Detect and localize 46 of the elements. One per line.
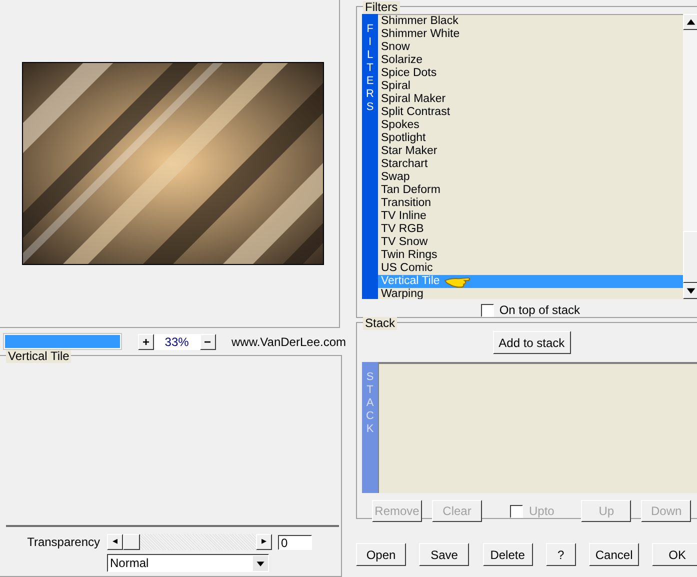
website-text: www.VanDerLee.com <box>232 334 346 348</box>
transparency-field[interactable]: 0 <box>278 534 312 550</box>
scroll-left-button[interactable]: ◂ <box>107 534 123 550</box>
filter-item[interactable]: Shimmer Black <box>378 15 684 28</box>
stack-side-label: STACK <box>366 371 374 436</box>
dialog-button[interactable]: ? <box>546 543 576 566</box>
filter-item[interactable]: Swap <box>378 171 684 184</box>
group-title: Filters <box>363 1 400 14</box>
transparency-slider[interactable]: ◂ ▸ <box>107 534 272 550</box>
zoom-out-button[interactable]: − <box>200 334 216 350</box>
add-to-stack-button[interactable]: Add to stack <box>492 331 571 354</box>
zoom-value: 33% <box>154 334 200 350</box>
dialog-button[interactable]: Save <box>419 543 470 566</box>
filter-item[interactable]: Tan Deform <box>378 184 684 197</box>
scrollbar[interactable] <box>683 14 697 299</box>
pointing-hand-icon <box>444 275 472 288</box>
filter-item[interactable]: Star Maker <box>378 145 684 158</box>
dialog-button[interactable]: Delete <box>482 543 533 566</box>
scroll-right-button[interactable]: ▸ <box>256 534 272 550</box>
filter-item[interactable]: TV RGB <box>378 223 684 236</box>
dialog-button[interactable]: OK <box>652 543 697 566</box>
group-title: Vertical Tile <box>6 350 72 363</box>
filter-item[interactable]: Solarize <box>378 54 684 67</box>
blend-mode-dropdown[interactable]: Normal <box>107 554 269 572</box>
filter-item[interactable]: Spiral Maker <box>378 93 684 106</box>
filter-item[interactable]: Transition <box>378 197 684 210</box>
filter-item[interactable]: Shimmer White <box>378 28 684 41</box>
filter-item[interactable]: US Comic <box>378 262 684 275</box>
scrollbar-thumb[interactable] <box>683 231 697 283</box>
filter-item[interactable]: Twin Rings <box>378 249 684 262</box>
filter-item[interactable]: Spokes <box>378 119 684 132</box>
dialog-button[interactable]: Cancel <box>589 543 640 566</box>
dialog-button[interactable]: Open <box>356 543 406 566</box>
filters-side-label: FILTERS <box>366 23 374 114</box>
filter-item[interactable]: Spiral <box>378 80 684 93</box>
filter-item[interactable]: Starchart <box>378 158 684 171</box>
filter-item[interactable]: Spice Dots <box>378 67 684 80</box>
on-top-checkbox[interactable]: On top of stack <box>481 303 580 317</box>
filter-item[interactable]: Spotlight <box>378 132 684 145</box>
filter-item[interactable]: Split Contrast <box>378 106 684 119</box>
zoom-in-button[interactable]: + <box>138 334 154 350</box>
filter-item[interactable]: TV Snow <box>378 236 684 249</box>
filter-item[interactable]: TV Inline <box>378 210 684 223</box>
group-title: Stack <box>363 317 398 330</box>
transparency-label: Transparency <box>26 535 100 549</box>
filter-item[interactable]: Snow <box>378 41 684 54</box>
